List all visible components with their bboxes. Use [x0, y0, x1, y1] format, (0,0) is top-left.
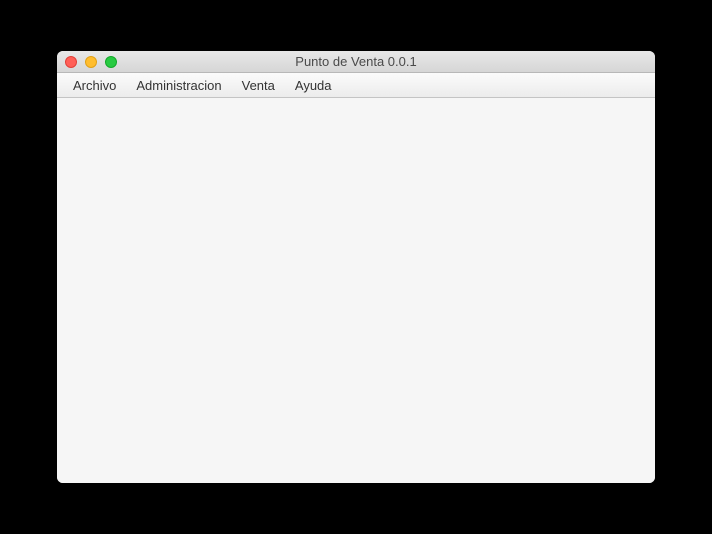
app-window: Punto de Venta 0.0.1 Archivo Administrac…	[57, 51, 655, 483]
minimize-icon[interactable]	[85, 56, 97, 68]
titlebar: Punto de Venta 0.0.1	[57, 51, 655, 73]
window-title: Punto de Venta 0.0.1	[57, 54, 655, 69]
traffic-lights	[57, 56, 117, 68]
menu-archivo[interactable]: Archivo	[63, 75, 126, 96]
menu-administracion[interactable]: Administracion	[126, 75, 231, 96]
content-area	[57, 98, 655, 483]
menubar: Archivo Administracion Venta Ayuda	[57, 73, 655, 98]
menu-ayuda[interactable]: Ayuda	[285, 75, 342, 96]
menu-venta[interactable]: Venta	[232, 75, 285, 96]
close-icon[interactable]	[65, 56, 77, 68]
maximize-icon[interactable]	[105, 56, 117, 68]
